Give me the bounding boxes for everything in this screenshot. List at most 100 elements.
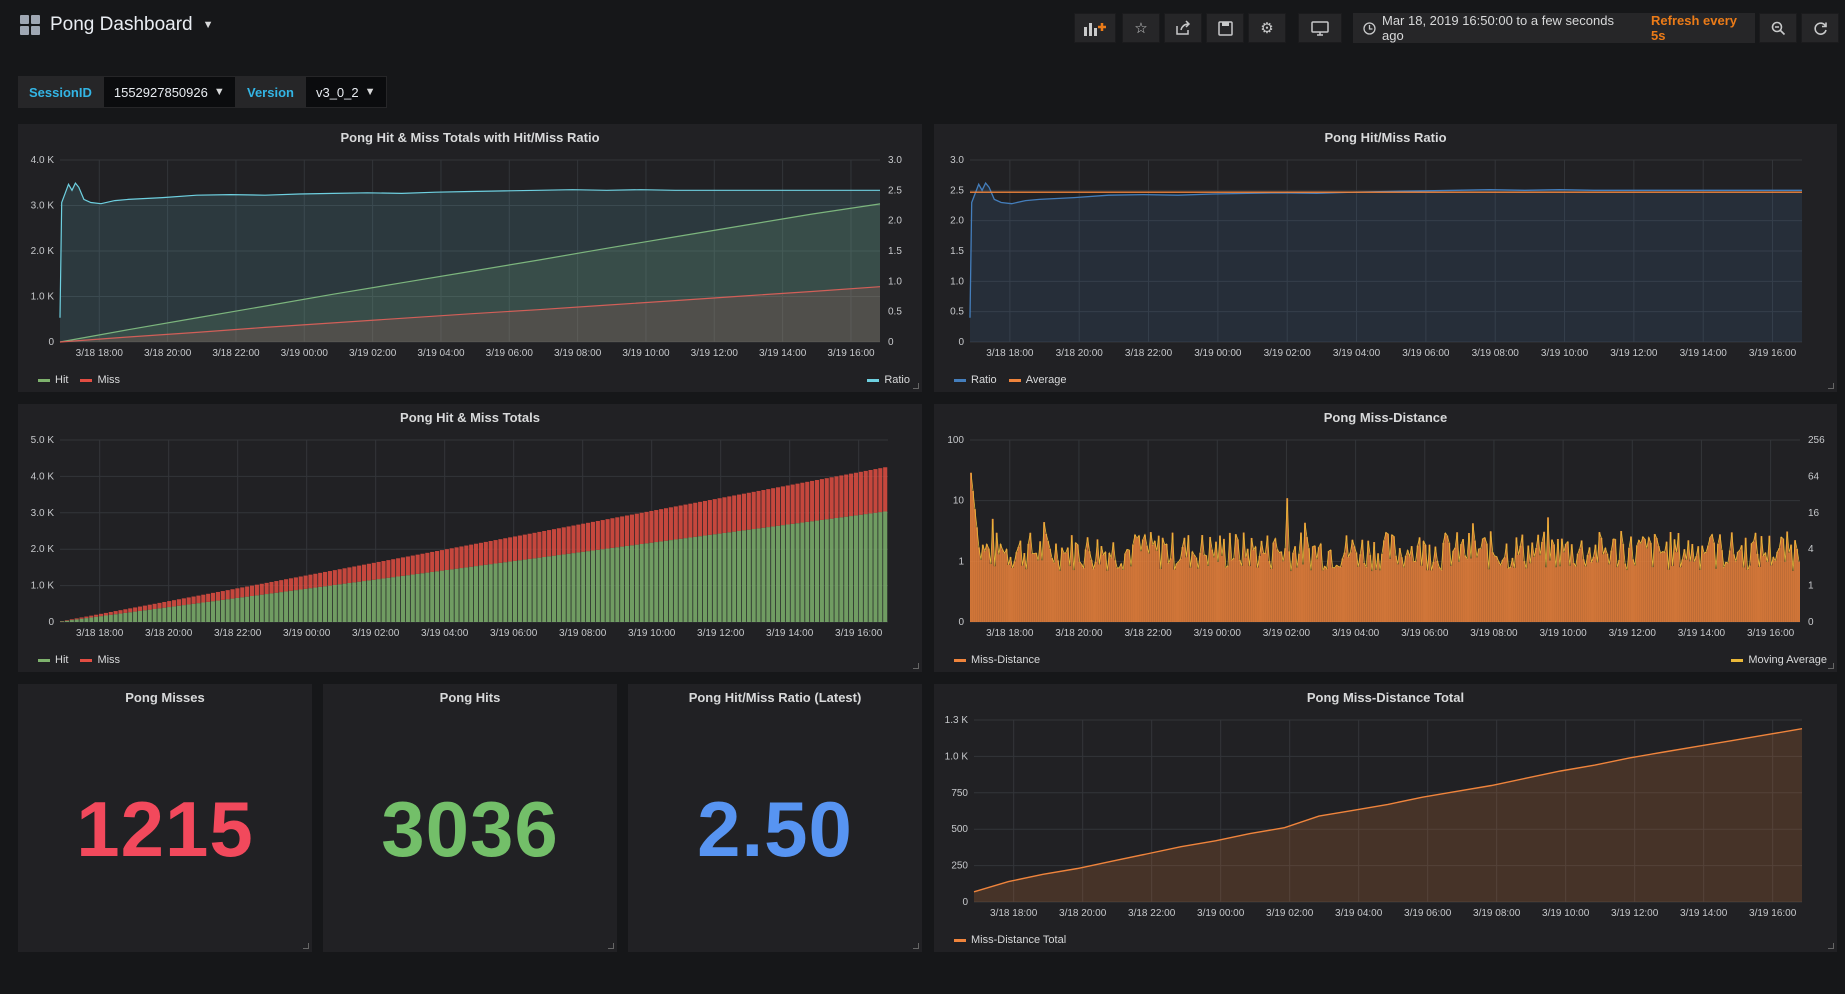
bar-miss (620, 516, 625, 547)
legend-item-ratio[interactable]: Ratio (867, 374, 910, 386)
bar-miss (683, 504, 688, 539)
bar-miss (327, 571, 333, 586)
panel-miss-distance[interactable]: Pong Miss-Distance 0 1 10 100 0 1 4 16 64 256 3/18… (934, 404, 1837, 672)
panel-stat-hits[interactable]: Pong Hits 3036 (323, 684, 617, 952)
sessionid-dropdown[interactable]: 1552927850926 ▼ (102, 76, 236, 108)
y-tick-label: 4.0 K (31, 471, 55, 482)
share-button[interactable] (1164, 13, 1202, 43)
bar-miss-distance (983, 551, 986, 622)
bar-miss (600, 520, 605, 550)
panel-stat-ratio[interactable]: Pong Hit/Miss Ratio (Latest) 2.50 (628, 684, 922, 952)
tv-mode-button[interactable] (1298, 13, 1342, 43)
bar-miss-distance (1473, 540, 1476, 622)
bar-miss (469, 544, 474, 567)
bar-miss (498, 539, 503, 563)
zoom-out-button[interactable] (1759, 13, 1797, 43)
bar-hit (69, 620, 74, 622)
bar-miss (303, 575, 308, 589)
save-button[interactable] (1206, 13, 1244, 43)
x-tick-label: 3/19 08:00 (554, 348, 602, 359)
panel-resize-handle[interactable] (303, 943, 309, 949)
bar-miss-distance (1396, 564, 1399, 622)
panel-resize-handle[interactable] (1828, 943, 1834, 949)
clock-icon (1363, 21, 1376, 35)
panel-hit-miss-totals[interactable]: Pong Hit & Miss Totals 0 1.0 K 2.0 K 3.0 K4… (18, 404, 922, 672)
panel-ratio[interactable]: Pong Hit/Miss Ratio 0 0.5 1.0 1.5 2.0 2.5 3.0 3… (934, 124, 1837, 392)
legend-item-miss-distance-total[interactable]: Miss-Distance Total (954, 934, 1066, 946)
bar-hit (810, 521, 815, 622)
legend: Miss-Distance Total (954, 934, 1066, 946)
bar-miss-distance (1383, 540, 1385, 622)
refresh-button[interactable] (1801, 13, 1839, 43)
panel-resize-handle[interactable] (1828, 383, 1834, 389)
x-tick-label: 3/19 16:00 (1749, 908, 1797, 919)
panel-stat-misses[interactable]: Pong Misses 1215 (18, 684, 312, 952)
x-tick-label: 3/19 00:00 (283, 628, 331, 639)
version-dropdown[interactable]: v3_0_2 ▼ (304, 76, 387, 108)
bar-hit (172, 606, 177, 622)
legend-item-miss[interactable]: Miss (80, 654, 120, 666)
bar-miss-distance (1165, 543, 1168, 622)
bar-miss-distance (1618, 560, 1621, 622)
bar-hit (849, 516, 854, 622)
y-tick-label: 3.0 (950, 155, 964, 166)
bar-miss-distance (1240, 565, 1243, 622)
bar-miss-distance (1167, 563, 1170, 622)
time-picker-button[interactable]: Mar 18, 2019 16:50:00 to a few seconds a… (1353, 13, 1755, 43)
bar-miss (147, 604, 152, 610)
legend-item-miss-distance[interactable]: Miss-Distance (954, 654, 1040, 666)
add-panel-button[interactable] (1074, 13, 1116, 43)
variable-label: Version (236, 76, 305, 108)
bar-miss-distance (1746, 569, 1749, 622)
bar-miss-distance (1491, 552, 1494, 622)
bar-hit (191, 603, 196, 622)
x-tick-label: 3/19 02:00 (1263, 628, 1311, 639)
bar-miss-distance (1232, 558, 1235, 622)
bar-miss-distance (1147, 553, 1150, 622)
legend-item-ratio[interactable]: Ratio (954, 374, 997, 386)
bar-miss-distance (1339, 566, 1342, 622)
bar-hit (405, 575, 410, 622)
legend-item-hit[interactable]: Hit (38, 374, 68, 386)
panel-resize-handle[interactable] (913, 383, 919, 389)
x-tick-label: 3/19 12:00 (1609, 628, 1657, 639)
bar-miss (361, 564, 367, 582)
panel-hit-miss-ratio[interactable]: Pong Hit & Miss Totals with Hit/Miss Rat… (18, 124, 922, 392)
bar-hit (493, 563, 498, 622)
bar-hit (464, 567, 469, 622)
bar-miss-distance (1675, 552, 1678, 622)
bar-miss-distance (987, 548, 990, 622)
bar-miss (571, 525, 576, 554)
bar-miss (766, 489, 771, 528)
bar-miss-distance (1394, 555, 1397, 622)
legend-item-hit[interactable]: Hit (38, 654, 68, 666)
bar-miss-distance (1282, 561, 1285, 622)
panel-resize-handle[interactable] (913, 663, 919, 669)
star-button[interactable]: ☆ (1122, 13, 1160, 43)
bar-miss (673, 506, 678, 540)
panel-resize-handle[interactable] (913, 943, 919, 949)
bar-miss (342, 568, 347, 584)
bar-miss-distance (1045, 533, 1048, 622)
x-tick-label: 3/19 16:00 (835, 628, 883, 639)
panel-miss-distance-total[interactable]: Pong Miss-Distance Total 0 250 500 750 1.0 K… (934, 684, 1837, 952)
bar-miss-distance (1159, 568, 1162, 622)
dashboard-picker[interactable]: Pong Dashboard ▼ (20, 14, 214, 36)
settings-button[interactable]: ⚙ (1248, 13, 1286, 43)
x-tick-label: 3/19 14:00 (1680, 348, 1728, 359)
bar-miss-distance (1748, 565, 1751, 622)
panel-resize-handle[interactable] (608, 943, 614, 949)
bar-miss-distance (1056, 560, 1059, 622)
legend-item-moving-average[interactable]: Moving Average (1731, 654, 1827, 666)
panel-resize-handle[interactable] (1828, 663, 1834, 669)
bar-miss-distance (1537, 534, 1540, 622)
bar-miss-distance (1608, 564, 1611, 622)
bar-miss-distance (1626, 570, 1629, 622)
legend-item-average[interactable]: Average (1008, 374, 1066, 386)
bar-hit (756, 528, 761, 622)
x-tick-label: 3/18 18:00 (990, 908, 1038, 919)
legend-item-miss[interactable]: Miss (80, 374, 120, 386)
bar-hit (420, 573, 425, 622)
bar-miss (746, 492, 751, 530)
legend: Ratio Average (954, 374, 1066, 386)
